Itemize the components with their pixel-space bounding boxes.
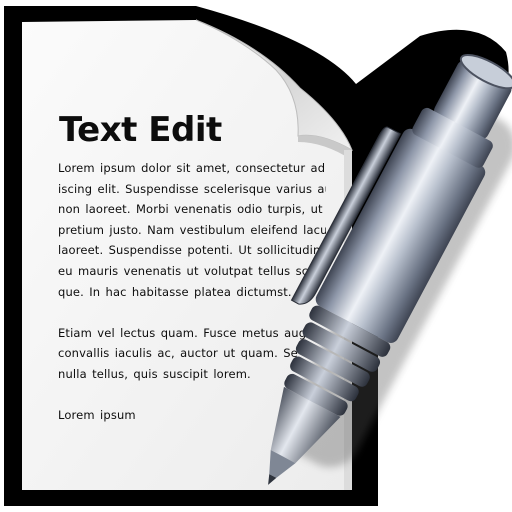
body-line: iscing elit. Suspendisse scelerisque var… <box>58 181 326 196</box>
signature-line: Lorem ipsum <box>58 408 136 423</box>
body-line: nulla tellus, quis suscipit lorem. <box>58 366 251 381</box>
body-line: eu mauris venenatis ut volutpat tellus s… <box>58 263 326 278</box>
body-line: convallis iaculis ac, auctor ut quam. Se <box>58 346 298 361</box>
body-line: Lorem ipsum dolor sit amet, consectetur … <box>58 161 326 175</box>
document-text-area: Text Edit Lorem ipsum dolor sit amet, co… <box>58 108 326 438</box>
body-line: laoreet. Suspendisse potenti. Ut sollici… <box>58 243 326 258</box>
document-title: Text Edit <box>59 110 222 150</box>
body-line: Etiam vel lectus quam. Fusce metus augu <box>58 325 314 340</box>
body-line: pretium justo. Nam vestibulum eleifend l… <box>58 222 326 237</box>
body-line: que. In hac habitasse platea dictumst. <box>58 284 292 299</box>
text-edit-app-icon: Text Edit Lorem ipsum dolor sit amet, co… <box>0 0 512 512</box>
body-line: non laoreet. Morbi venenatis odio turpis… <box>58 202 323 217</box>
